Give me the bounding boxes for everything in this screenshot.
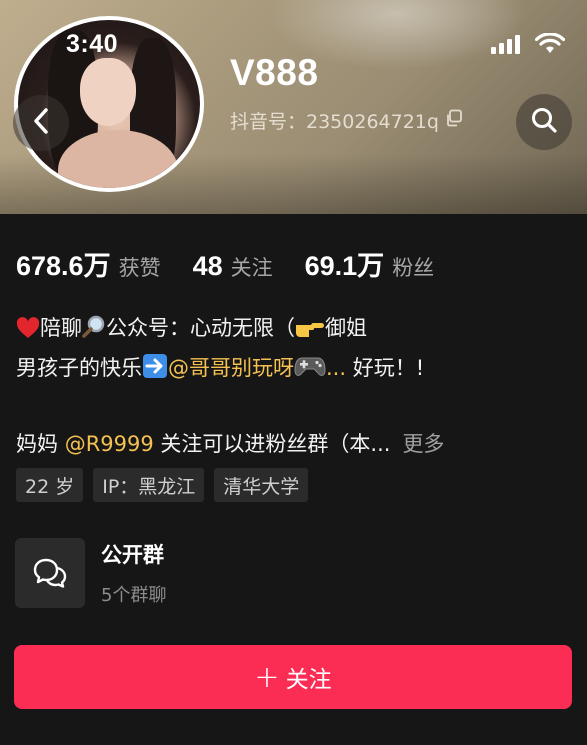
group-subtitle: 5个群聊 (101, 585, 167, 606)
tag-age: 22 岁 (16, 468, 84, 502)
bio-text: 好玩！! (346, 356, 425, 380)
bio-text: 关注可以进粉丝群（本... (153, 432, 391, 456)
follow-button-label: 关注 (285, 667, 332, 693)
bio-line-2: 男孩子的快乐 @哥哥别玩呀 ... 好玩！! (16, 350, 576, 390)
bio-line-3: 妈妈 @R9999 关注可以进粉丝群（本... 更多 (16, 426, 576, 462)
bio-text: 公众号：心动无限（ (106, 316, 295, 340)
bio-more-link[interactable]: 更多 (402, 432, 444, 456)
bio-text: 御姐 (325, 316, 367, 340)
group-chat-icon (15, 538, 85, 608)
stat-followers-label: 粉丝 (392, 256, 435, 280)
tag-ip-location: IP：黑龙江 (93, 468, 205, 502)
bio-blank-line (16, 390, 576, 426)
group-title: 公开群 (101, 543, 164, 567)
stat-followers[interactable]: 69.1万 粉丝 (305, 244, 435, 283)
back-button[interactable] (13, 95, 69, 151)
group-text: 公开群 5个群聊 (101, 539, 166, 607)
search-icon (530, 106, 558, 138)
bio-text: 男孩子的快乐 (16, 356, 142, 380)
profile-header-background: 3:40 V888 抖音号：2350264721q (0, 0, 587, 214)
stat-likes-label: 获赞 (118, 256, 161, 280)
profile-name: V888 (230, 52, 319, 93)
pointing-hand-icon (295, 314, 325, 350)
right-arrow-icon (142, 353, 168, 390)
stat-following-value: 48 (192, 251, 223, 281)
bio-mention-link[interactable]: @哥哥别玩呀 (168, 356, 294, 380)
gamepad-icon (294, 354, 326, 390)
bio-line-1: 陪聊 公众号：心动无限（ 御姐 (16, 310, 576, 350)
heart-icon (16, 314, 40, 350)
bio-text: 陪聊 (40, 316, 82, 340)
stat-likes[interactable]: 678.6万 获赞 (16, 244, 161, 283)
stat-followers-value: 69.1万 (304, 251, 385, 281)
search-button[interactable] (516, 94, 572, 150)
bio-ellipsis: ... (326, 356, 347, 380)
profile-bio[interactable]: 陪聊 公众号：心动无限（ 御姐 男孩子的快乐 @哥哥别玩呀 ... 好玩！! 妈… (16, 310, 576, 462)
status-time: 3:40 (66, 30, 119, 58)
follow-button[interactable]: + 关注 (14, 645, 572, 709)
stat-following[interactable]: 48 关注 (193, 251, 273, 282)
bio-mention-link[interactable]: @R9999 (65, 432, 154, 456)
stat-following-label: 关注 (230, 256, 273, 280)
profile-tags: 22 岁 IP：黑龙江 清华大学 (16, 468, 309, 502)
wifi-icon (534, 32, 566, 59)
stat-likes-value: 678.6万 (16, 251, 111, 281)
magnifier-icon (82, 314, 106, 350)
douyin-id-text: 抖音号：2350264721q (230, 111, 439, 133)
tag-school[interactable]: 清华大学 (214, 468, 309, 502)
plus-icon: + (254, 659, 280, 695)
public-group-entry[interactable]: 公开群 5个群聊 (15, 538, 166, 608)
status-icons (491, 32, 566, 59)
bio-text: 妈妈 (16, 432, 65, 456)
copy-icon[interactable] (445, 109, 463, 132)
signal-icon (491, 33, 525, 59)
douyin-id[interactable]: 抖音号：2350264721q (230, 107, 463, 134)
back-chevron-icon (31, 107, 51, 139)
profile-stats: 678.6万 获赞 48 关注 69.1万 粉丝 (16, 244, 466, 283)
avatar-face (80, 58, 136, 126)
